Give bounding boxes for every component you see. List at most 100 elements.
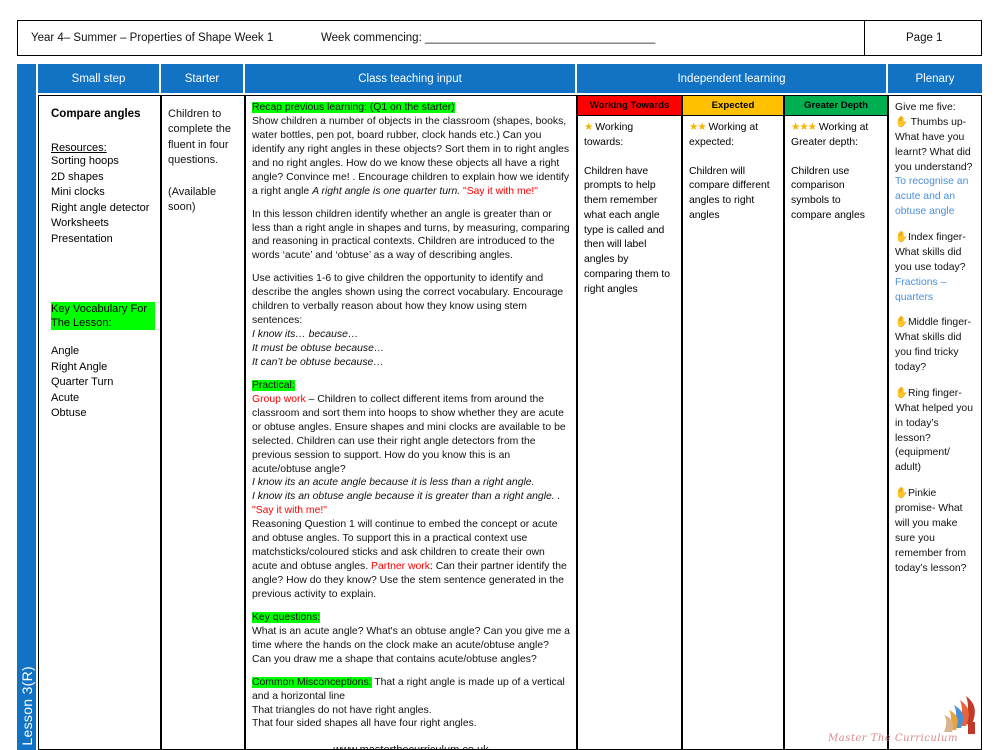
cell-small-step: Compare angles Resources: Sorting hoops … xyxy=(38,95,161,750)
practical-label: Practical: xyxy=(252,379,295,391)
independent-header-working-towards: Working Towards xyxy=(578,96,681,116)
cell-class-teaching-input: Recap previous learning: (Q1 on the star… xyxy=(245,95,577,750)
resources-heading: Resources: xyxy=(51,142,107,154)
column-header-class-teaching-input: Class teaching input xyxy=(245,64,577,93)
working-towards-lead: ★ Working towards: xyxy=(584,121,675,151)
week-commencing-field: Week commencing: _______________________… xyxy=(321,32,656,44)
expected-description: Children will compare different angles t… xyxy=(689,165,770,221)
list-item: Presentation xyxy=(51,233,113,246)
list-item: Right Angle xyxy=(51,360,108,373)
hand-icon: ✋ xyxy=(895,488,908,500)
plenary-item: ✋ Thumbs up- What have you learnt? What … xyxy=(895,116,975,220)
cell-working-towards: Working Towards ★ Working towards: Child… xyxy=(577,95,682,750)
column-header-plenary: Plenary xyxy=(888,64,982,93)
plenary-item: ✋Pinkie promise- What will you make sure… xyxy=(895,487,975,576)
expected-lead: ★★ Working at expected: xyxy=(689,121,777,151)
starter-availability: (Available soon) xyxy=(168,185,217,213)
cell-starter: Children to complete the fluent in four … xyxy=(161,95,245,750)
practical-paragraph: Practical: Group work – Children to coll… xyxy=(252,379,570,602)
key-questions-label: Key questions: xyxy=(252,611,321,623)
misconceptions-label: Common Misconceptions: xyxy=(252,676,372,688)
plenary-intro: Give me five: xyxy=(895,102,956,113)
list-item: Mini clocks xyxy=(51,186,105,199)
key-questions-paragraph: Key questions: What is an acute angle? W… xyxy=(252,611,570,667)
key-questions-body: What is an acute angle? What's an obtuse… xyxy=(252,625,570,665)
lead-text: Working towards: xyxy=(584,122,634,148)
independent-header-greater-depth: Greater Depth xyxy=(785,96,887,116)
working-towards-content: ★ Working towards: Children have prompts… xyxy=(578,116,681,749)
hand-icon: ✋ xyxy=(895,232,908,243)
starter-text: Children to complete the fluent in four … xyxy=(168,108,231,167)
page-title: Year 4– Summer – Properties of Shape Wee… xyxy=(31,32,274,44)
list-item: Acute xyxy=(51,391,80,404)
lesson-overview-paragraph: In this lesson children identify whether… xyxy=(252,208,570,262)
recap-label: Recap previous learning: (Q1 on the star… xyxy=(252,102,455,113)
hand-icon: ✋ xyxy=(895,116,908,128)
small-step-title: Compare angles xyxy=(51,108,141,120)
star-icon: ★★★ xyxy=(791,122,817,133)
cell-greater-depth: Greater Depth ★★★ Working at Greater dep… xyxy=(784,95,888,750)
small-step-content: Compare angles Resources: Sorting hoops … xyxy=(39,108,160,422)
lesson-strip-label: Lesson 3(R) xyxy=(18,666,35,746)
recap-body: Show children a number of objects in the… xyxy=(252,115,570,197)
plenary-content: Give me five: ✋ Thumbs up- What have you… xyxy=(889,96,981,591)
misconception-item: That triangles do not have right angles. xyxy=(252,704,432,716)
misconception-item: That four sided shapes all have four rig… xyxy=(252,718,477,730)
plenary-answer: Fractions – quarters xyxy=(895,276,947,303)
greater-depth-content: ★★★ Working at Greater depth: Children u… xyxy=(785,116,887,749)
recap-paragraph: Recap previous learning: (Q1 on the star… xyxy=(252,101,570,199)
expected-content: ★★ Working at expected: Children will co… xyxy=(683,116,783,749)
recap-red: "Say it with me!" xyxy=(463,185,538,197)
column-header-independent-learning: Independent learning xyxy=(577,64,888,93)
cell-expected: Expected ★★ Working at expected: Childre… xyxy=(682,95,784,750)
lesson-plan-page: Year 4– Summer – Properties of Shape Wee… xyxy=(0,0,1000,750)
list-item: Quarter Turn xyxy=(51,376,114,389)
activities-paragraph: Use activities 1-6 to give children the … xyxy=(252,272,570,370)
list-item: Sorting hoops xyxy=(51,155,119,167)
plenary-item: ✋Middle finger- What skills did you find… xyxy=(895,316,975,376)
group-stem-sentence: I know its an acute angle because it is … xyxy=(252,477,535,489)
lesson-strip: Lesson 3(R) xyxy=(17,64,36,750)
key-vocabulary-heading: Key Vocabulary For The Lesson: xyxy=(51,301,155,331)
list-item: Worksheets xyxy=(51,217,109,230)
stem-sentence: It can’t be obtuse because… xyxy=(252,356,384,368)
plenary-answer: To recognise an acute and an obtuse angl… xyxy=(895,176,969,218)
list-item: Angle xyxy=(51,344,80,357)
independent-header-expected: Expected xyxy=(683,96,783,116)
group-work-label: Group work xyxy=(252,393,306,405)
document-header-bar: Year 4– Summer – Properties of Shape Wee… xyxy=(17,20,982,56)
column-header-row: Small step Starter Class teaching input … xyxy=(38,64,982,93)
plenary-item: ✋Ring finger- What helped you in today’s… xyxy=(895,387,975,476)
star-icon: ★ xyxy=(584,122,593,133)
greater-depth-description: Children use comparison symbols to compa… xyxy=(791,165,865,221)
plenary-prompt: Ring finger- What helped you in today’s … xyxy=(895,387,973,474)
partner-work-label: Partner work xyxy=(371,561,430,573)
header-divider xyxy=(864,20,865,56)
starter-content: Children to complete the fluent in four … xyxy=(162,96,244,219)
cell-plenary: Give me five: ✋ Thumbs up- What have you… xyxy=(888,95,982,750)
list-item: Obtuse xyxy=(51,407,87,420)
greater-depth-lead: ★★★ Working at Greater depth: xyxy=(791,121,881,151)
key-vocabulary-list: Angle Right Angle Quarter Turn Acute Obt… xyxy=(51,344,160,422)
hand-icon: ✋ xyxy=(895,317,908,329)
stem-sentence: I know its… because… xyxy=(252,329,359,341)
misconceptions-paragraph: Common Misconceptions: That a right angl… xyxy=(252,676,570,732)
recap-italic: A right angle is one quarter turn. xyxy=(312,185,461,197)
hand-icon: ✋ xyxy=(895,387,908,399)
group-work-body: – Children to collect different items fr… xyxy=(252,393,566,475)
page-number: Page 1 xyxy=(906,32,943,44)
plenary-prompt: Pinkie promise- What will you make sure … xyxy=(895,488,967,574)
plenary-item: ✋Index finger- What skills did you use t… xyxy=(895,231,975,305)
lesson-plan-grid: Small step Starter Class teaching input … xyxy=(38,64,982,750)
say-it-with-me: "Say it with me!" xyxy=(252,505,327,517)
stem-sentence: It must be obtuse because… xyxy=(252,343,385,354)
resources-list: Sorting hoops 2D shapes Mini clocks Righ… xyxy=(51,154,160,248)
column-header-starter: Starter xyxy=(161,64,245,93)
activities-body: Use activities 1-6 to give children the … xyxy=(252,273,564,327)
star-icon: ★★ xyxy=(689,122,707,133)
list-item: Right angle detector xyxy=(51,201,150,214)
class-teaching-input-content: Recap previous learning: (Q1 on the star… xyxy=(246,96,576,749)
group-stem-sentence: I know its an obtuse angle because it is… xyxy=(252,491,561,503)
working-towards-description: Children have prompts to help them remem… xyxy=(584,165,671,295)
column-header-small-step: Small step xyxy=(38,64,161,93)
